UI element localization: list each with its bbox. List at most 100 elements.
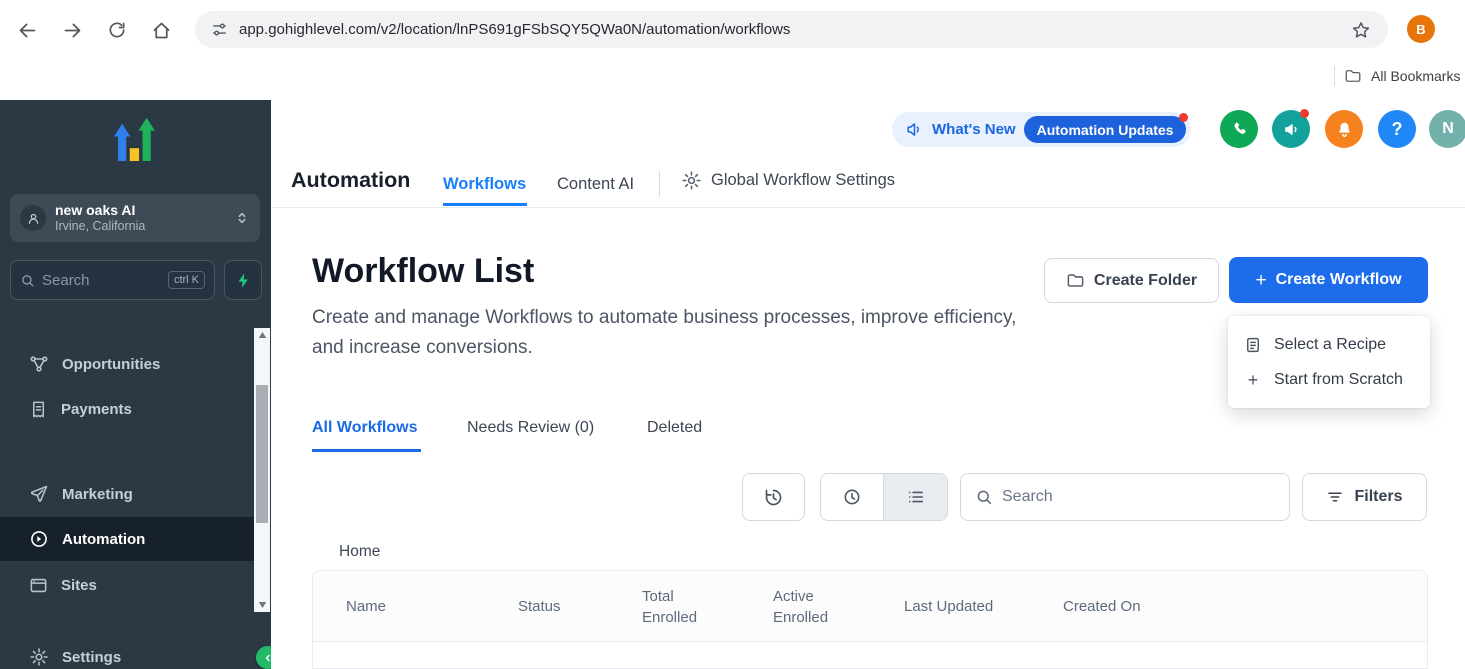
recipe-icon bbox=[1244, 336, 1262, 354]
filters-button[interactable]: Filters bbox=[1302, 473, 1427, 521]
view-toggle-group bbox=[820, 473, 948, 521]
sidebar-item-settings[interactable]: Settings bbox=[0, 635, 255, 669]
create-folder-button[interactable]: Create Folder bbox=[1044, 258, 1219, 303]
automation-icon bbox=[29, 529, 49, 549]
bookmark-star-icon[interactable] bbox=[1346, 15, 1376, 45]
sidebar-item-marketing[interactable]: Marketing bbox=[0, 472, 255, 516]
browser-chrome: app.gohighlevel.com/v2/location/lnPS691g… bbox=[0, 0, 1465, 100]
column-header-name[interactable]: Name bbox=[346, 571, 486, 642]
forward-arrow-icon bbox=[62, 20, 83, 41]
sidebar-item-label: Sites bbox=[61, 577, 97, 594]
whats-new-label: What's New bbox=[932, 121, 1016, 138]
breadcrumb[interactable]: Home bbox=[339, 543, 380, 561]
sidebar-item-label: Automation bbox=[62, 531, 145, 548]
quick-actions-button[interactable] bbox=[224, 260, 262, 300]
scroll-down-arrow-icon[interactable] bbox=[254, 598, 270, 612]
workflow-search-box[interactable] bbox=[960, 473, 1290, 521]
list-view-button[interactable] bbox=[883, 474, 947, 520]
page: app.gohighlevel.com/v2/location/lnPS691g… bbox=[0, 0, 1465, 669]
create-workflow-button[interactable]: + Create Workflow bbox=[1229, 257, 1428, 303]
browser-home-button[interactable] bbox=[146, 15, 176, 45]
active-tab-underline bbox=[443, 203, 527, 206]
user-avatar[interactable]: N bbox=[1429, 110, 1465, 148]
bookmarks-folder-icon bbox=[1344, 67, 1362, 85]
sidebar: new oaks AI Irvine, California ctrl K Op… bbox=[0, 100, 271, 669]
scroll-up-arrow-icon[interactable] bbox=[254, 328, 270, 342]
location-switcher[interactable]: new oaks AI Irvine, California bbox=[10, 194, 260, 242]
phone-icon bbox=[1230, 120, 1249, 139]
sidebar-item-opportunities[interactable]: Opportunities bbox=[0, 342, 255, 386]
header-divider bbox=[659, 171, 660, 197]
column-header-last-updated[interactable]: Last Updated bbox=[904, 571, 1034, 642]
clock-icon bbox=[842, 487, 862, 507]
tab-deleted[interactable]: Deleted bbox=[647, 419, 702, 437]
tab-needs-review[interactable]: Needs Review (0) bbox=[467, 419, 594, 437]
page-section-title: Automation bbox=[291, 168, 410, 193]
column-header-active-enrolled[interactable]: Active Enrolled bbox=[773, 571, 853, 642]
notifications-button[interactable] bbox=[1325, 110, 1363, 148]
sidebar-item-automation[interactable]: Automation bbox=[0, 517, 255, 561]
megaphone-outline-icon bbox=[905, 120, 924, 139]
create-folder-label: Create Folder bbox=[1094, 272, 1197, 290]
all-bookmarks-label[interactable]: All Bookmarks bbox=[1371, 68, 1460, 84]
chevron-left-icon bbox=[262, 652, 272, 664]
browser-refresh-button[interactable] bbox=[102, 15, 132, 45]
sidebar-item-payments[interactable]: Payments bbox=[0, 387, 255, 431]
column-header-created-on[interactable]: Created On bbox=[1063, 571, 1193, 642]
automation-updates-badge[interactable]: Automation Updates bbox=[1024, 116, 1187, 143]
sidebar-item-sites[interactable]: Sites bbox=[0, 563, 255, 607]
tab-workflows[interactable]: Workflows bbox=[443, 175, 526, 194]
tab-all-workflows[interactable]: All Workflows bbox=[312, 419, 418, 437]
global-workflow-settings-link[interactable]: Global Workflow Settings bbox=[681, 170, 895, 191]
main-content: What's New Automation Updates ? N Automa… bbox=[271, 100, 1465, 669]
menu-item-label: Start from Scratch bbox=[1274, 371, 1403, 389]
global-workflow-settings-label: Global Workflow Settings bbox=[711, 171, 895, 190]
gear-icon bbox=[681, 170, 702, 191]
sidebar-item-label: Payments bbox=[61, 401, 132, 418]
gohighlevel-logo bbox=[106, 112, 164, 173]
site-info-icon[interactable] bbox=[211, 21, 228, 38]
sidebar-search[interactable]: ctrl K bbox=[10, 260, 215, 300]
refresh-icon bbox=[107, 20, 127, 40]
filters-label: Filters bbox=[1354, 488, 1402, 506]
plus-icon: + bbox=[1255, 271, 1266, 290]
sidebar-collapse-button[interactable] bbox=[256, 646, 271, 669]
sites-icon bbox=[29, 576, 48, 595]
url-text: app.gohighlevel.com/v2/location/lnPS691g… bbox=[239, 21, 790, 38]
history-icon bbox=[763, 487, 784, 508]
gear-icon bbox=[29, 647, 49, 667]
sidebar-search-input[interactable] bbox=[42, 272, 161, 289]
notification-dot bbox=[1179, 113, 1188, 122]
menu-item-label: Select a Recipe bbox=[1274, 336, 1386, 354]
menu-item-select-recipe[interactable]: Select a Recipe bbox=[1228, 327, 1430, 362]
menu-item-start-from-scratch[interactable]: + Start from Scratch bbox=[1228, 362, 1430, 397]
column-header-total-enrolled[interactable]: Total Enrolled bbox=[642, 571, 718, 642]
scrollbar-thumb[interactable] bbox=[256, 385, 268, 523]
browser-address-bar[interactable]: app.gohighlevel.com/v2/location/lnPS691g… bbox=[195, 11, 1388, 48]
workflow-search-input[interactable] bbox=[1002, 488, 1275, 506]
announcement-icon bbox=[1282, 120, 1301, 139]
help-button[interactable]: ? bbox=[1378, 110, 1416, 148]
notification-dot bbox=[1300, 109, 1309, 118]
create-workflow-dropdown: Select a Recipe + Start from Scratch bbox=[1228, 316, 1430, 408]
search-icon bbox=[20, 273, 35, 288]
search-shortcut-badge: ctrl K bbox=[168, 271, 205, 289]
bell-icon bbox=[1335, 120, 1354, 139]
history-button[interactable] bbox=[742, 473, 805, 521]
tab-content-ai[interactable]: Content AI bbox=[557, 175, 634, 194]
chevron-up-down-icon bbox=[234, 210, 250, 226]
column-header-status[interactable]: Status bbox=[518, 571, 608, 642]
sidebar-scrollbar[interactable] bbox=[254, 328, 270, 612]
timeline-view-button[interactable] bbox=[821, 474, 883, 520]
automation-updates-label: Automation Updates bbox=[1037, 122, 1174, 138]
browser-profile-avatar[interactable]: B bbox=[1407, 15, 1435, 43]
browser-forward-button[interactable] bbox=[57, 15, 87, 45]
browser-back-button[interactable] bbox=[12, 15, 42, 45]
whats-new-pill[interactable]: What's New Automation Updates bbox=[892, 112, 1191, 147]
table-header-row: Name Status Total Enrolled Active Enroll… bbox=[313, 571, 1427, 642]
announcements-button[interactable] bbox=[1272, 110, 1310, 148]
create-workflow-label: Create Workflow bbox=[1276, 271, 1402, 289]
workflow-list-title: Workflow List bbox=[312, 252, 534, 291]
phone-button[interactable] bbox=[1220, 110, 1258, 148]
header-bottom-divider bbox=[271, 207, 1465, 208]
